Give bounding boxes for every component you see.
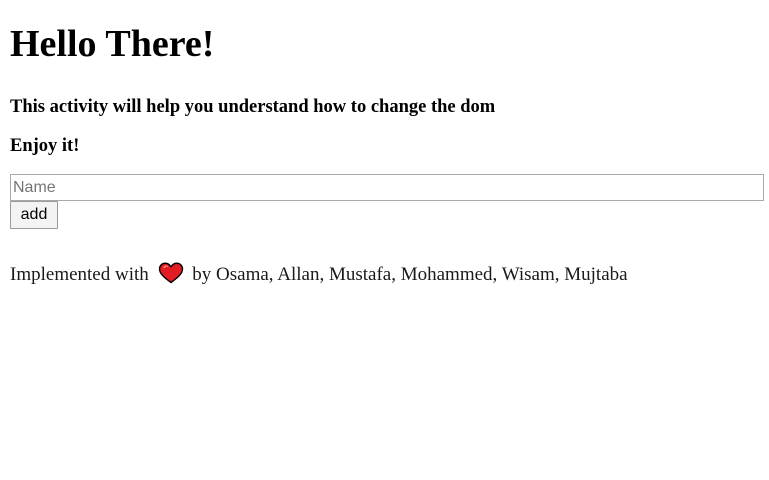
footer-credits: Implemented with by Osama, Allan, Mustaf… xyxy=(10,262,628,288)
footer-prefix: Implemented with xyxy=(10,264,149,285)
heart-icon xyxy=(158,262,184,284)
footer-authors: by Osama, Allan, Mustafa, Mohammed, Wisa… xyxy=(192,264,628,285)
enjoy-text: Enjoy it! xyxy=(10,136,80,156)
page-title: Hello There! xyxy=(10,23,215,65)
name-input[interactable] xyxy=(10,174,764,201)
page-subtitle: This activity will help you understand h… xyxy=(10,97,496,117)
add-button[interactable]: add xyxy=(10,201,58,229)
